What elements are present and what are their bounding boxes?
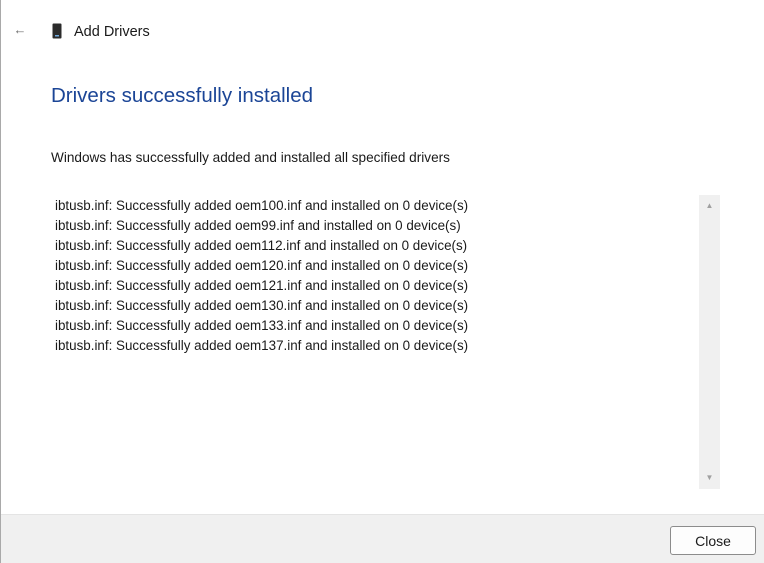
log-line: ibtusb.inf: Successfully added oem121.in… — [55, 278, 469, 293]
back-arrow-icon[interactable]: ← — [9, 19, 31, 41]
app-title: Add Drivers — [74, 24, 150, 40]
install-log-box[interactable]: ibtusb.inf: Successfully added oem100.in… — [51, 193, 721, 490]
footer-bar: Close — [1, 514, 764, 563]
page-title: Drivers successfully installed — [51, 84, 314, 107]
log-line: ibtusb.inf: Successfully added oem112.in… — [55, 238, 468, 253]
status-message: Windows has successfully added and insta… — [51, 150, 450, 165]
add-drivers-window: ← Add Drivers Drivers successfully insta… — [0, 0, 764, 563]
install-log-list: ibtusb.inf: Successfully added oem100.in… — [55, 196, 695, 356]
log-line: ibtusb.inf: Successfully added oem130.in… — [55, 298, 469, 313]
title-bar: ← Add Drivers — [1, 0, 764, 62]
log-line: ibtusb.inf: Successfully added oem99.inf… — [55, 218, 461, 233]
close-button[interactable]: Close — [670, 526, 756, 555]
scroll-up-arrow-icon[interactable]: ▲ — [699, 197, 720, 215]
vertical-scrollbar[interactable]: ▲ ▼ — [699, 195, 720, 489]
log-line: ibtusb.inf: Successfully added oem137.in… — [55, 338, 469, 353]
log-line: ibtusb.inf: Successfully added oem120.in… — [55, 258, 469, 273]
scroll-down-arrow-icon[interactable]: ▼ — [699, 469, 720, 487]
log-line: ibtusb.inf: Successfully added oem100.in… — [55, 198, 469, 213]
log-line: ibtusb.inf: Successfully added oem133.in… — [55, 318, 469, 333]
driver-device-icon — [52, 23, 62, 39]
